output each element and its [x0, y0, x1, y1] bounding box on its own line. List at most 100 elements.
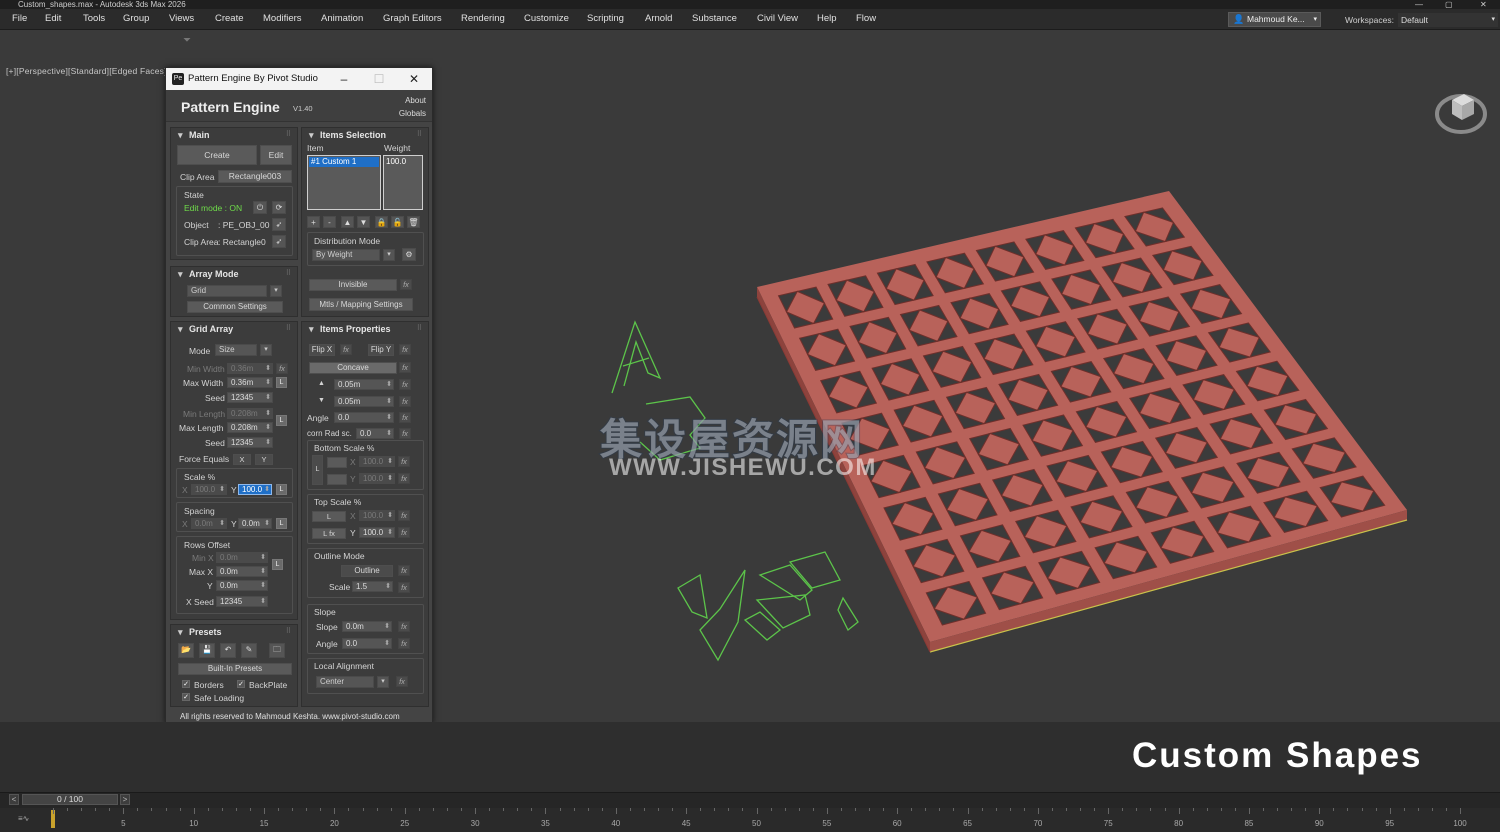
undo-icon[interactable]: ↶	[220, 643, 236, 658]
max-length-spinner[interactable]: 0.208m	[227, 422, 273, 433]
safe-loading-checkbox[interactable]: ✓	[182, 693, 190, 701]
array-mode-header[interactable]: Array Mode⠿	[171, 267, 297, 281]
fx-icon[interactable]: fx	[398, 638, 410, 649]
minimize-icon[interactable]: –	[334, 68, 354, 90]
extrude-down-spinner[interactable]: 0.05m	[334, 396, 394, 407]
add-item-icon[interactable]: +	[307, 216, 320, 228]
timeline-prev-button[interactable]: <	[9, 794, 19, 805]
force-y-button[interactable]: Y	[255, 454, 273, 465]
save-icon[interactable]: 💾	[199, 643, 215, 658]
min-x-spinner[interactable]: 0.0m	[216, 552, 268, 563]
weights-list[interactable]: 100.0	[383, 155, 423, 210]
top-scale-x-spinner[interactable]: 100.0	[359, 510, 395, 521]
fx-icon[interactable]: fx	[399, 379, 411, 390]
main-panel-header[interactable]: Main⠿	[171, 128, 297, 142]
fx-icon[interactable]: fx	[399, 396, 411, 407]
folder-settings-icon[interactable]: 🗀	[269, 643, 285, 658]
fx-icon[interactable]: fx	[340, 344, 352, 355]
items-list[interactable]: #1 Custom 1	[307, 155, 381, 210]
filter-icon[interactable]: ⏷	[183, 35, 191, 46]
fx-icon[interactable]: fx	[396, 676, 408, 687]
local-alignment-dropdown[interactable]: Center	[316, 676, 374, 688]
common-settings-button[interactable]: Common Settings	[187, 301, 283, 313]
maximize-icon[interactable]: ☐	[369, 68, 389, 90]
open-folder-icon[interactable]: 📂	[178, 643, 194, 658]
chevron-down-icon[interactable]: ▾	[383, 249, 395, 261]
fx-icon[interactable]: fx	[399, 428, 411, 439]
spacing-x-spinner[interactable]: 0.0m	[191, 518, 227, 529]
create-button[interactable]: Create	[177, 145, 257, 165]
invisible-button[interactable]: Invisible	[309, 279, 397, 291]
lock-offset-toggle[interactable]: L	[272, 559, 283, 570]
lock-icon[interactable]: 🔒	[375, 216, 388, 228]
fx-icon[interactable]: fx	[399, 344, 411, 355]
chevron-down-icon[interactable]: ▾	[270, 285, 282, 297]
power-icon[interactable]: ⏻	[253, 201, 267, 214]
min-width-spinner[interactable]: 0.36m	[227, 363, 273, 374]
menu-create[interactable]: Create	[215, 13, 244, 24]
scale-y-spinner[interactable]: 100.0	[238, 484, 272, 495]
close-icon[interactable]: ✕	[404, 68, 424, 90]
flip-y-button[interactable]: Flip Y	[368, 344, 394, 356]
close-icon[interactable]: ✕	[1480, 0, 1487, 9]
trash-icon[interactable]: 🗑	[407, 216, 420, 228]
corner-radius-spinner[interactable]: 0.0	[356, 428, 394, 439]
fx-icon[interactable]: fx	[398, 510, 410, 521]
list-item-weight[interactable]: 100.0	[386, 157, 406, 166]
maximize-icon[interactable]: ▢	[1445, 0, 1453, 9]
menu-scripting[interactable]: Scripting	[587, 13, 624, 24]
top-scale-y-spinner[interactable]: 100.0	[359, 527, 395, 538]
gear-icon[interactable]: ⚙	[402, 248, 416, 261]
built-in-presets-button[interactable]: Built-In Presets	[178, 663, 292, 675]
move-up-icon[interactable]: ▲	[341, 216, 354, 228]
timeline-ruler[interactable]: ≡∿ 5 10 15 20 25 30 35 40 45 50 55 60 65 70 75 80 85 90 95…	[0, 808, 1500, 832]
fx-icon[interactable]: fx	[398, 621, 410, 632]
pencil-icon[interactable]: ✎	[241, 643, 257, 658]
array-mode-dropdown[interactable]: Grid	[187, 285, 267, 297]
slope-spinner[interactable]: 0.0m	[342, 621, 392, 632]
menu-tools[interactable]: Tools	[83, 13, 105, 24]
menu-modifiers[interactable]: Modifiers	[263, 13, 302, 24]
backplate-checkbox[interactable]: ✓	[237, 680, 245, 688]
menu-animation[interactable]: Animation	[321, 13, 363, 24]
scale-x-spinner[interactable]: 100.0	[191, 484, 227, 495]
items-selection-header[interactable]: Items Selection⠿	[302, 128, 428, 142]
lock-width-toggle[interactable]: L	[276, 377, 287, 388]
bottom-scale-x-spinner[interactable]: 100.0	[359, 456, 395, 467]
top-lock-button[interactable]: L	[312, 511, 346, 522]
outline-button[interactable]: Outline	[341, 565, 393, 577]
user-account-dropdown[interactable]: 👤 Mahmoud Ke... ▾	[1228, 12, 1321, 27]
key-filter-icon[interactable]: ≡∿	[18, 814, 29, 823]
bottom-x-toggle[interactable]	[327, 457, 347, 468]
chevron-down-icon[interactable]: ▾	[377, 676, 389, 688]
fx-icon[interactable]: fx	[399, 362, 411, 373]
distribution-mode-dropdown[interactable]: By Weight	[312, 249, 380, 261]
workspace-dropdown[interactable]: Default ▾	[1398, 13, 1498, 27]
flip-x-button[interactable]: Flip X	[309, 344, 335, 356]
pick-object-icon[interactable]: ➶	[272, 218, 286, 231]
menu-rendering[interactable]: Rendering	[461, 13, 505, 24]
fx-icon[interactable]: fx	[398, 456, 410, 467]
menu-views[interactable]: Views	[169, 13, 194, 24]
refresh-icon[interactable]: ⟳	[272, 201, 286, 214]
about-link[interactable]: About	[405, 96, 426, 105]
menu-arnold[interactable]: Arnold	[645, 13, 672, 24]
viewport-label[interactable]: [+][Perspective][Standard][Edged Faces]	[6, 66, 167, 76]
bottom-y-toggle[interactable]	[327, 474, 347, 485]
menu-group[interactable]: Group	[123, 13, 149, 24]
concave-button[interactable]: Concave	[309, 362, 397, 374]
bottom-scale-y-spinner[interactable]: 100.0	[359, 473, 395, 484]
lock-length-toggle[interactable]: L	[276, 415, 287, 426]
globals-link[interactable]: Globals	[399, 109, 426, 118]
timeline-next-button[interactable]: >	[120, 794, 130, 805]
fx-icon[interactable]: fx	[400, 279, 412, 290]
seed-length-spinner[interactable]: 12345	[227, 437, 273, 448]
min-length-spinner[interactable]: 0.208m	[227, 408, 273, 419]
lock-spacing-toggle[interactable]: L	[276, 518, 287, 529]
unlock-icon[interactable]: 🔓	[391, 216, 404, 228]
menu-help[interactable]: Help	[817, 13, 837, 24]
slope-angle-spinner[interactable]: 0.0	[342, 638, 392, 649]
grid-array-header[interactable]: Grid Array⠿	[171, 322, 297, 336]
max-x-spinner[interactable]: 0.0m	[216, 566, 268, 577]
mtls-mapping-settings-button[interactable]: Mtls / Mapping Settings	[309, 298, 413, 311]
